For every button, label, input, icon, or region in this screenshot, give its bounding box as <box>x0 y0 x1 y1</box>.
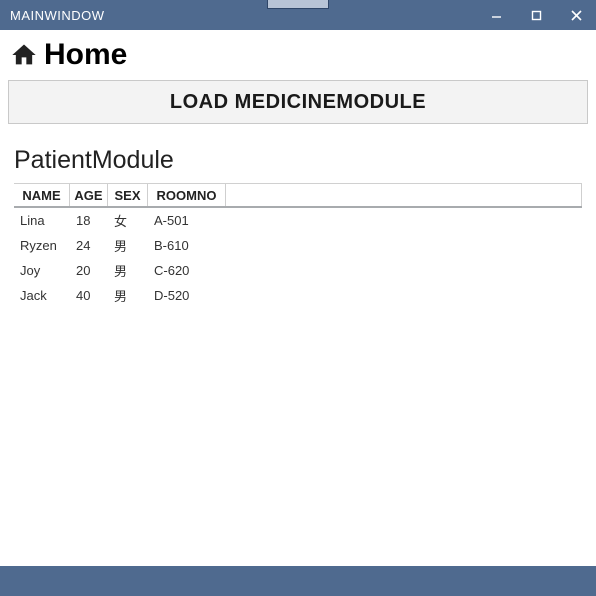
cell-name: Jack <box>14 288 70 303</box>
col-age[interactable]: AGE <box>70 184 108 206</box>
titlebar-accent <box>267 0 329 9</box>
cell-sex: 男 <box>108 286 148 305</box>
cell-name: Joy <box>14 263 70 278</box>
close-icon <box>571 10 582 21</box>
minimize-icon <box>491 10 502 21</box>
col-name[interactable]: NAME <box>14 184 70 206</box>
cell-room: C-620 <box>148 263 226 278</box>
table-row[interactable]: Lina18女A-501 <box>14 208 582 233</box>
module-title: PatientModule <box>14 146 588 175</box>
cell-name: Lina <box>14 213 70 228</box>
cell-age: 40 <box>70 288 108 303</box>
cell-age: 20 <box>70 263 108 278</box>
home-header: Home <box>10 38 588 72</box>
load-medicine-module-button[interactable]: LOAD MEDICINEMODULE <box>8 80 588 124</box>
col-room[interactable]: ROOMNO <box>148 184 226 206</box>
statusbar <box>0 566 596 596</box>
col-sex[interactable]: SEX <box>108 184 148 206</box>
patient-table: NAME AGE SEX ROOMNO Lina18女A-501Ryzen24男… <box>14 183 582 308</box>
window-controls <box>476 0 596 30</box>
home-icon <box>10 41 38 69</box>
table-row[interactable]: Joy20男C-620 <box>14 258 582 283</box>
cell-room: D-520 <box>148 288 226 303</box>
close-button[interactable] <box>556 0 596 30</box>
cell-sex: 男 <box>108 261 148 280</box>
window-title: MAINWINDOW <box>10 8 105 23</box>
content-area: Home LOAD MEDICINEMODULE PatientModule N… <box>0 30 596 566</box>
cell-age: 18 <box>70 213 108 228</box>
cell-sex: 男 <box>108 236 148 255</box>
cell-room: B-610 <box>148 238 226 253</box>
cell-age: 24 <box>70 238 108 253</box>
maximize-icon <box>531 10 542 21</box>
table-row[interactable]: Ryzen24男B-610 <box>14 233 582 258</box>
minimize-button[interactable] <box>476 0 516 30</box>
table-header: NAME AGE SEX ROOMNO <box>14 184 582 208</box>
cell-room: A-501 <box>148 213 226 228</box>
table-body: Lina18女A-501Ryzen24男B-610Joy20男C-620Jack… <box>14 208 582 308</box>
titlebar: MAINWINDOW <box>0 0 596 30</box>
maximize-button[interactable] <box>516 0 556 30</box>
col-spacer <box>226 184 582 206</box>
cell-sex: 女 <box>108 211 148 230</box>
table-row[interactable]: Jack40男D-520 <box>14 283 582 308</box>
cell-name: Ryzen <box>14 238 70 253</box>
page-title: Home <box>44 38 127 72</box>
